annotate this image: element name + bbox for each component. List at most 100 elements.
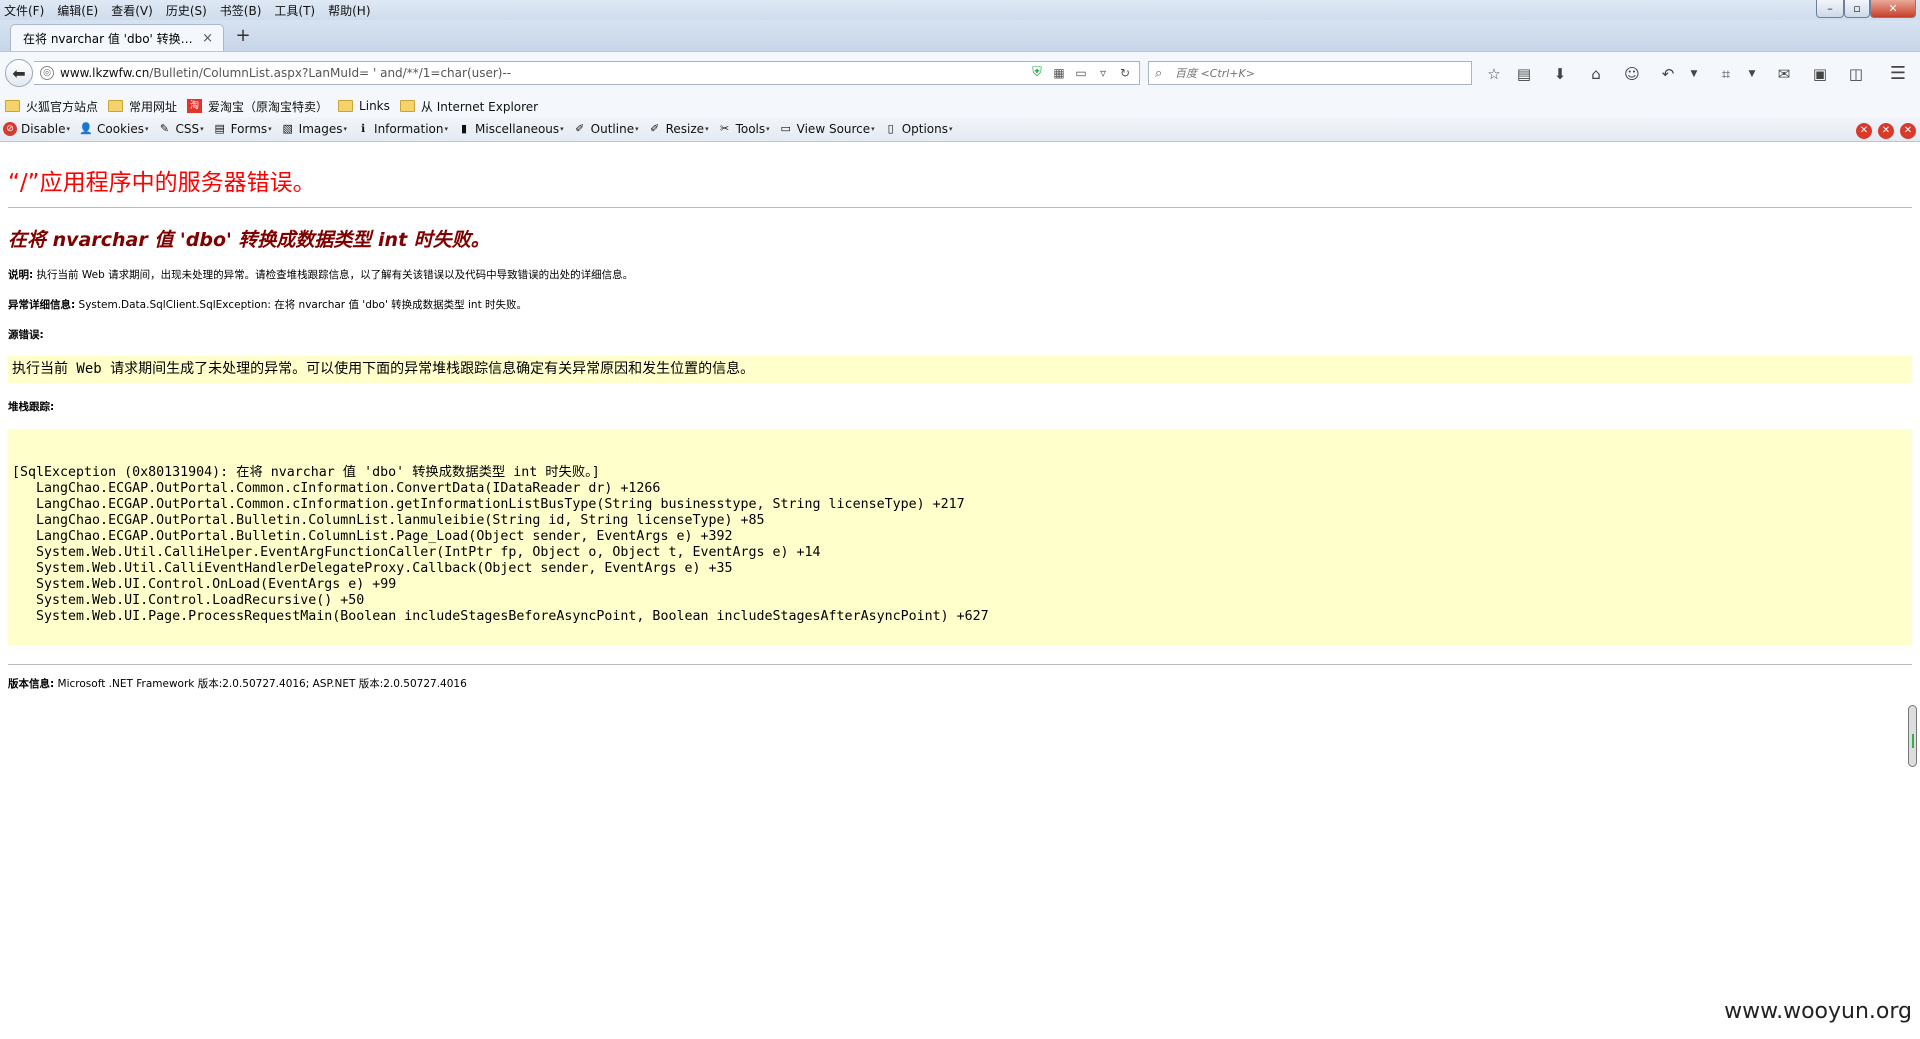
download-icon[interactable]: ⬇ xyxy=(1550,64,1570,84)
cookies-icon: 👤 xyxy=(79,122,93,135)
bookmark-firefox-site[interactable]: 火狐官方站点 xyxy=(5,98,98,115)
images-icon: ▧ xyxy=(282,122,293,135)
bookmark-label: Links xyxy=(359,99,390,113)
back-button[interactable]: ⬅ xyxy=(5,59,33,87)
information-icon: ℹ xyxy=(360,122,366,135)
stack-line: LangChao.ECGAP.OutPortal.Common.cInforma… xyxy=(12,497,965,512)
bookmark-label: 爱淘宝（原淘宝特卖） xyxy=(208,99,329,114)
window-close-button[interactable]: ✕ xyxy=(1870,0,1916,18)
version-line: 版本信息: Microsoft .NET Framework 版本:2.0.50… xyxy=(8,676,467,691)
tab-active[interactable]: 在将 nvarchar 值 'dbo' 转换… × xyxy=(10,24,224,51)
web-developer-toolbar: ⊘ Disable ▾ 👤 Cookies ▾ ✎ CSS ▾ ▤ Forms ▾ ▧ Image… xyxy=(0,117,1920,142)
dev-label: Forms xyxy=(230,122,268,136)
search-input[interactable] xyxy=(1175,66,1471,80)
menu-bookmarks[interactable]: 书签(B) xyxy=(220,2,262,19)
chat-icon[interactable]: ☺ xyxy=(1622,64,1642,84)
panel-icon[interactable]: ◫ xyxy=(1846,64,1866,84)
screenshot-icon[interactable]: ▣ xyxy=(1810,64,1830,84)
folder-icon xyxy=(108,100,124,112)
scrollbar-thumb[interactable] xyxy=(1908,705,1917,767)
minimize-button[interactable]: – xyxy=(1816,0,1844,18)
menu-file[interactable]: 文件(F) xyxy=(4,2,44,19)
error-close-icon[interactable]: ✕ xyxy=(1900,123,1916,139)
tools-icon: ✂ xyxy=(719,122,730,135)
dev-information-menu[interactable]: ℹ Information ▾ xyxy=(356,122,448,136)
folder-icon xyxy=(399,100,415,112)
caret-down-icon: ▾ xyxy=(871,125,875,133)
url-bar[interactable]: ◎ www.lkzwfw.cn/Bulletin/ColumnList.aspx… xyxy=(34,61,1140,85)
source-error-line: 源错误: xyxy=(8,327,44,342)
stack-line: System.Web.UI.Page.ProcessRequestMain(Bo… xyxy=(12,609,989,624)
dev-cookies-menu[interactable]: 👤 Cookies ▾ xyxy=(79,122,148,136)
crop-icon[interactable]: ⌗ xyxy=(1716,64,1736,84)
maximize-button[interactable]: ▫ xyxy=(1844,0,1870,18)
stack-line: System.Web.UI.Control.OnLoad(EventArgs e… xyxy=(12,577,397,592)
reading-list-icon[interactable]: ▤ xyxy=(1514,64,1534,84)
bookmark-label: 常用网址 xyxy=(129,99,178,114)
error-close-icon[interactable]: ✕ xyxy=(1856,123,1872,139)
dev-label: CSS xyxy=(175,122,200,136)
dev-images-menu[interactable]: ▧ Images ▾ xyxy=(281,122,347,136)
dev-label: Disable xyxy=(21,122,66,136)
arrow-left-icon: ⬅ xyxy=(12,63,26,83)
error-close-icon[interactable]: ✕ xyxy=(1878,123,1894,139)
menu-help[interactable]: 帮助(H) xyxy=(328,2,370,19)
dev-options-menu[interactable]: ▯ Options ▾ xyxy=(884,122,953,136)
description-label: 说明: xyxy=(8,269,34,281)
dev-disable-menu[interactable]: ⊘ Disable ▾ xyxy=(3,122,70,136)
bookmark-links[interactable]: Links xyxy=(338,99,390,113)
shield-icon[interactable]: ⛨ xyxy=(1029,65,1045,81)
menu-history[interactable]: 历史(S) xyxy=(166,2,207,19)
reload-icon[interactable]: ↻ xyxy=(1117,65,1133,81)
dev-css-menu[interactable]: ✎ CSS ▾ xyxy=(158,122,204,136)
forms-icon: ▤ xyxy=(214,122,225,135)
qr-code-icon[interactable]: ▦ xyxy=(1051,65,1067,81)
css-pencil-icon: ✎ xyxy=(159,122,170,135)
caret-down-icon: ▾ xyxy=(705,125,709,133)
stack-trace-line: 堆栈跟踪: xyxy=(8,399,54,414)
bookmark-from-ie[interactable]: 从 Internet Explorer xyxy=(399,98,539,115)
caret-down-icon: ▾ xyxy=(560,125,564,133)
new-tab-button[interactable]: + xyxy=(232,27,254,47)
stack-trace-label: 堆栈跟踪: xyxy=(8,401,55,413)
view-source-icon: ▭ xyxy=(780,122,791,135)
description-text: 执行当前 Web 请求期间，出现未处理的异常。请检查堆栈跟踪信息，以了解有关该错… xyxy=(33,269,634,281)
menu-view[interactable]: 查看(V) xyxy=(111,2,153,19)
source-error-box: 执行当前 Web 请求期间生成了未处理的异常。可以使用下面的异常堆栈跟踪信息确定… xyxy=(8,356,1912,383)
tab-title: 在将 nvarchar 值 'dbo' 转换… xyxy=(23,31,193,46)
stack-line: LangChao.ECGAP.OutPortal.Bulletin.Column… xyxy=(12,513,765,528)
dev-forms-menu[interactable]: ▤ Forms ▾ xyxy=(213,122,271,136)
options-icon: ▯ xyxy=(887,122,894,135)
error-subtitle: 在将 nvarchar 值 'dbo' 转换成数据类型 int 时失败。 xyxy=(8,229,490,251)
dev-tools-menu[interactable]: ✂ Tools ▾ xyxy=(718,122,770,136)
home-icon[interactable]: ⌂ xyxy=(1586,64,1606,84)
bookmark-aitaobao[interactable]: 淘爱淘宝（原淘宝特卖） xyxy=(187,98,328,115)
dev-resize-menu[interactable]: ✐ Resize ▾ xyxy=(648,122,709,136)
caret-down-icon: ▾ xyxy=(949,125,953,133)
caret-down-icon: ▾ xyxy=(66,125,71,133)
menu-edit[interactable]: 编辑(E) xyxy=(57,2,98,19)
menu-bar: 文件(F) 编辑(E) 查看(V) 历史(S) 书签(B) 工具(T) 帮助(H… xyxy=(0,0,1920,20)
reader-view-icon[interactable]: ▭ xyxy=(1073,65,1089,81)
star-icon[interactable]: ☆ xyxy=(1484,64,1504,84)
chevron-down-icon[interactable]: ▼ xyxy=(1742,64,1762,84)
dev-view-source-menu[interactable]: ▭ View Source ▾ xyxy=(779,122,875,136)
page-title: “/”应用程序中的服务器错误。 xyxy=(8,170,316,196)
dev-outline-menu[interactable]: ✐ Outline ▾ xyxy=(573,122,639,136)
bookmark-common-sites[interactable]: 常用网址 xyxy=(108,98,177,115)
menu-icon[interactable]: ☰ xyxy=(1888,64,1908,84)
undo-icon[interactable]: ↶ xyxy=(1658,64,1678,84)
message-icon[interactable]: ✉ xyxy=(1774,64,1794,84)
bookmark-label: 从 Internet Explorer xyxy=(420,99,539,114)
dev-miscellaneous-menu[interactable]: ▮ Miscellaneous ▾ xyxy=(457,122,564,136)
search-box[interactable]: ⌕ xyxy=(1148,61,1472,85)
tab-close-icon[interactable]: × xyxy=(202,31,213,46)
dropdown-icon[interactable]: ▿ xyxy=(1095,65,1111,81)
disable-icon: ⊘ xyxy=(3,122,17,136)
stack-line: [SqlException (0x80131904): 在将 nvarchar … xyxy=(12,465,600,480)
nav-bar: ⬅ ◎ www.lkzwfw.cn/Bulletin/ColumnList.as… xyxy=(0,51,1920,95)
menu-tools[interactable]: 工具(T) xyxy=(274,2,315,19)
url-text[interactable]: www.lkzwfw.cn/Bulletin/ColumnList.aspx?L… xyxy=(60,66,1029,80)
miscellaneous-icon: ▮ xyxy=(460,122,468,135)
chevron-down-icon[interactable]: ▼ xyxy=(1684,64,1704,84)
